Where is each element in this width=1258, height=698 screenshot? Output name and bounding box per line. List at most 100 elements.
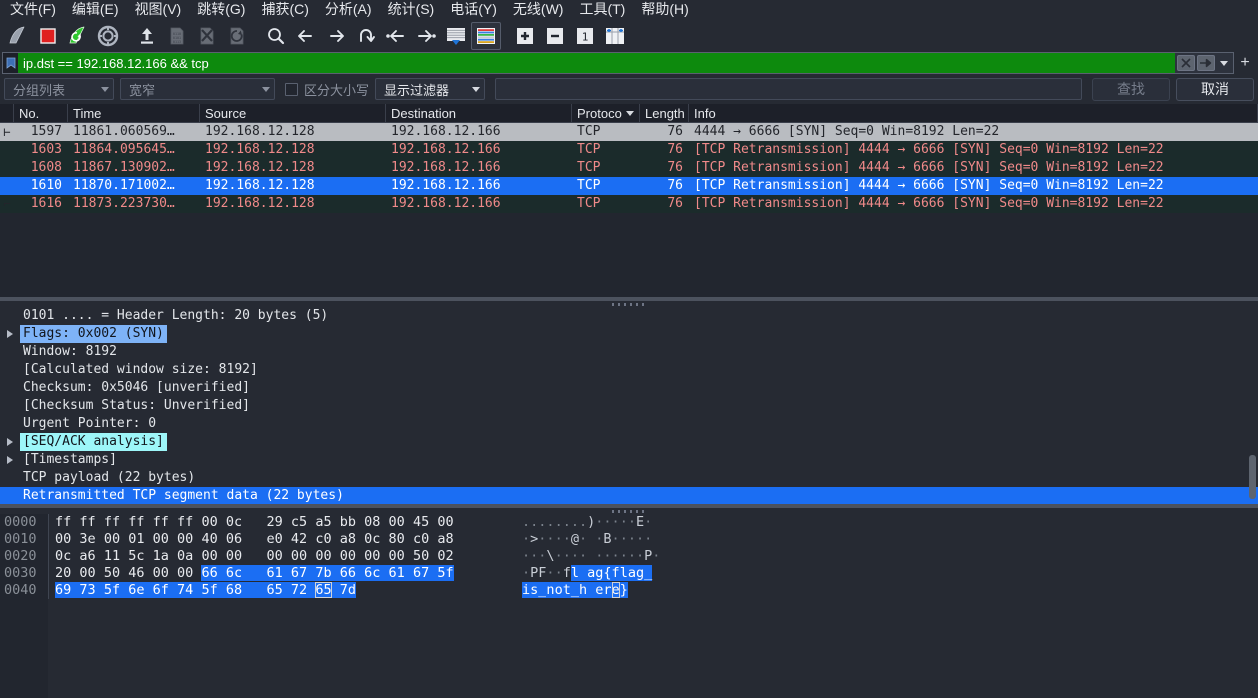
hex-byte[interactable]: c0 <box>413 531 429 547</box>
hex-byte[interactable]: 6c <box>225 565 243 581</box>
find-search-type-combo[interactable]: 显示过滤器 <box>375 78 486 100</box>
hex-byte[interactable]: 74 <box>177 582 194 598</box>
hex-byte[interactable]: 00 <box>364 548 380 564</box>
hex-byte[interactable]: 00 <box>340 548 356 564</box>
packet-detail-pane[interactable]: 0101 .... = Header Length: 20 bytes (5) F… <box>0 307 1258 504</box>
hex-byte[interactable]: 00 <box>104 531 120 547</box>
hex-byte[interactable]: e0 <box>267 531 283 547</box>
packet-detail-row[interactable]: Flags: 0x002 (SYN) <box>0 325 1258 343</box>
menu-view[interactable]: 视图(V) <box>127 0 190 20</box>
hex-byte[interactable]: 00 <box>55 531 71 547</box>
find-case-sensitive-checkbox[interactable]: 区分大小写 <box>285 80 369 99</box>
go-forward-icon[interactable] <box>321 22 351 50</box>
hex-byte[interactable]: ff <box>55 514 71 530</box>
capture-options-gear-icon[interactable] <box>93 22 123 50</box>
menu-edit[interactable]: 编辑(E) <box>64 0 127 20</box>
packet-detail-row[interactable]: [SEQ/ACK analysis] <box>0 433 1258 451</box>
splitter-detail-bytes[interactable] <box>0 504 1258 514</box>
hex-byte[interactable]: 5f <box>437 565 454 581</box>
hex-byte[interactable]: 00 <box>389 548 405 564</box>
hex-byte[interactable]: 29 <box>267 514 283 530</box>
column-length[interactable]: Length <box>640 104 689 122</box>
menu-wireless[interactable]: 无线(W) <box>505 0 572 20</box>
hex-byte[interactable]: 0c <box>364 531 380 547</box>
hex-byte[interactable]: 00 <box>315 548 331 564</box>
hex-byte[interactable]: 00 <box>177 531 193 547</box>
hex-byte[interactable]: 5f <box>201 582 218 598</box>
column-destination[interactable]: Destination <box>386 104 572 122</box>
column-info[interactable]: Info <box>689 104 1258 122</box>
hex-byte[interactable]: 00 <box>291 548 307 564</box>
column-time[interactable]: Time <box>68 104 200 122</box>
hex-byte[interactable]: 00 <box>177 565 193 581</box>
packet-detail-row[interactable]: 0101 .... = Header Length: 20 bytes (5) <box>0 307 1258 325</box>
zoom-in-icon[interactable] <box>510 22 540 50</box>
menu-file[interactable]: 文件(F) <box>2 0 64 20</box>
open-file-icon[interactable] <box>132 22 162 50</box>
filter-history-chevron-down-icon[interactable] <box>1217 55 1231 71</box>
column-protocol[interactable]: Protoco <box>572 104 640 122</box>
hex-byte[interactable]: 5f <box>103 582 121 598</box>
hex-byte[interactable]: 73 <box>79 582 96 598</box>
detail-vertical-scrollbar[interactable] <box>1249 455 1256 499</box>
menu-analyze[interactable]: 分析(A) <box>317 0 380 20</box>
hex-byte[interactable]: 3e <box>79 531 95 547</box>
hex-byte[interactable]: 69 <box>55 582 72 598</box>
hex-byte[interactable]: 61 <box>388 565 405 581</box>
hex-byte[interactable]: a5 <box>315 514 331 530</box>
hex-byte[interactable]: 50 <box>413 548 429 564</box>
hex-byte[interactable]: a8 <box>437 531 453 547</box>
packet-bytes-pane[interactable]: 0000 ff ff ff ff ff ff 00 0c 29 c5 a5 bb … <box>0 514 1258 698</box>
packet-detail-row[interactable]: Checksum: 0x5046 [unverified] <box>0 379 1258 397</box>
hex-byte[interactable]: 66 <box>201 565 218 581</box>
hex-byte[interactable]: 0a <box>177 548 193 564</box>
menu-tools[interactable]: 工具(T) <box>571 0 633 20</box>
hex-dump-row[interactable]: 0040 69 73 5f 6e 6f 74 5f 68 65 72 65 7d i… <box>0 582 1258 599</box>
packet-list-pane[interactable]: No. Time Source Destination Protoco Length Inf… <box>0 104 1258 297</box>
colorize-packets-icon[interactable] <box>471 22 501 50</box>
expand-triangle-icon[interactable] <box>0 330 20 338</box>
hex-byte[interactable]: bb <box>340 514 356 530</box>
menu-capture[interactable]: 捕获(C) <box>253 0 316 20</box>
hex-byte[interactable]: 50 <box>104 565 120 581</box>
hex-byte[interactable]: 0c <box>55 548 71 564</box>
auto-scroll-icon[interactable] <box>441 22 471 50</box>
splitter-list-detail[interactable] <box>0 297 1258 307</box>
filter-bookmark-icon[interactable] <box>2 52 18 74</box>
hex-byte[interactable]: a6 <box>79 548 95 564</box>
reload-file-icon[interactable] <box>222 22 252 50</box>
hex-byte[interactable]: 1a <box>153 548 169 564</box>
packet-detail-row[interactable]: TCP payload (22 bytes) <box>0 469 1258 487</box>
hex-byte[interactable]: 0c <box>226 514 242 530</box>
packet-list-rows[interactable]: ⊢ 1597 11861.060569… 192.168.12.128 192.168.… <box>0 123 1258 297</box>
hex-byte[interactable]: 00 <box>79 565 95 581</box>
hex-byte[interactable]: 72 <box>290 582 308 598</box>
hex-dump-row[interactable]: 0000 ff ff ff ff ff ff 00 0c 29 c5 a5 bb … <box>0 514 1258 531</box>
menu-goto[interactable]: 跳转(G) <box>189 0 253 20</box>
hex-dump-row[interactable]: 0030 20 00 50 46 00 00 66 6c 61 67 7b 66 … <box>0 565 1258 582</box>
column-source[interactable]: Source <box>200 104 386 122</box>
hex-dump-row[interactable]: 0020 0c a6 11 5c 1a 0a 00 00 00 00 00 00 … <box>0 548 1258 565</box>
packet-detail-row[interactable]: Window: 8192 <box>0 343 1258 361</box>
expand-triangle-icon[interactable] <box>0 438 20 446</box>
packet-list-row[interactable]: 1610 11870.171002… 192.168.12.128 192.168.1… <box>0 177 1258 195</box>
go-to-last-packet-icon[interactable] <box>411 22 441 50</box>
display-filter-input[interactable]: ip.dst == 192.168.12.166 && tcp <box>18 52 1175 74</box>
hex-byte[interactable]: ff <box>128 514 144 530</box>
hex-byte[interactable]: 66 <box>339 565 356 581</box>
hex-byte[interactable]: 00 <box>226 548 242 564</box>
hex-byte[interactable]: c5 <box>291 514 307 530</box>
packet-list-row[interactable]: ⌐ 1616 11873.223730… 192.168.12.128 192.168.… <box>0 195 1258 213</box>
hex-byte[interactable]: 67 <box>412 565 430 581</box>
find-search-in-combo[interactable]: 分组列表 <box>4 78 114 100</box>
packet-list-row[interactable]: 1608 11867.130902… 192.168.12.128 192.168.1… <box>0 159 1258 177</box>
hex-byte[interactable]: 08 <box>364 514 380 530</box>
zoom-out-icon[interactable] <box>540 22 570 50</box>
packet-detail-row[interactable]: [Timestamps] <box>0 451 1258 469</box>
hex-byte[interactable]: 40 <box>201 531 217 547</box>
restart-capture-icon[interactable] <box>63 22 93 50</box>
resize-columns-icon[interactable] <box>600 22 630 50</box>
hex-byte[interactable]: 45 <box>413 514 429 530</box>
packet-detail-row[interactable]: Retransmitted TCP segment data (22 bytes… <box>0 487 1258 504</box>
expand-triangle-icon[interactable] <box>0 456 20 464</box>
